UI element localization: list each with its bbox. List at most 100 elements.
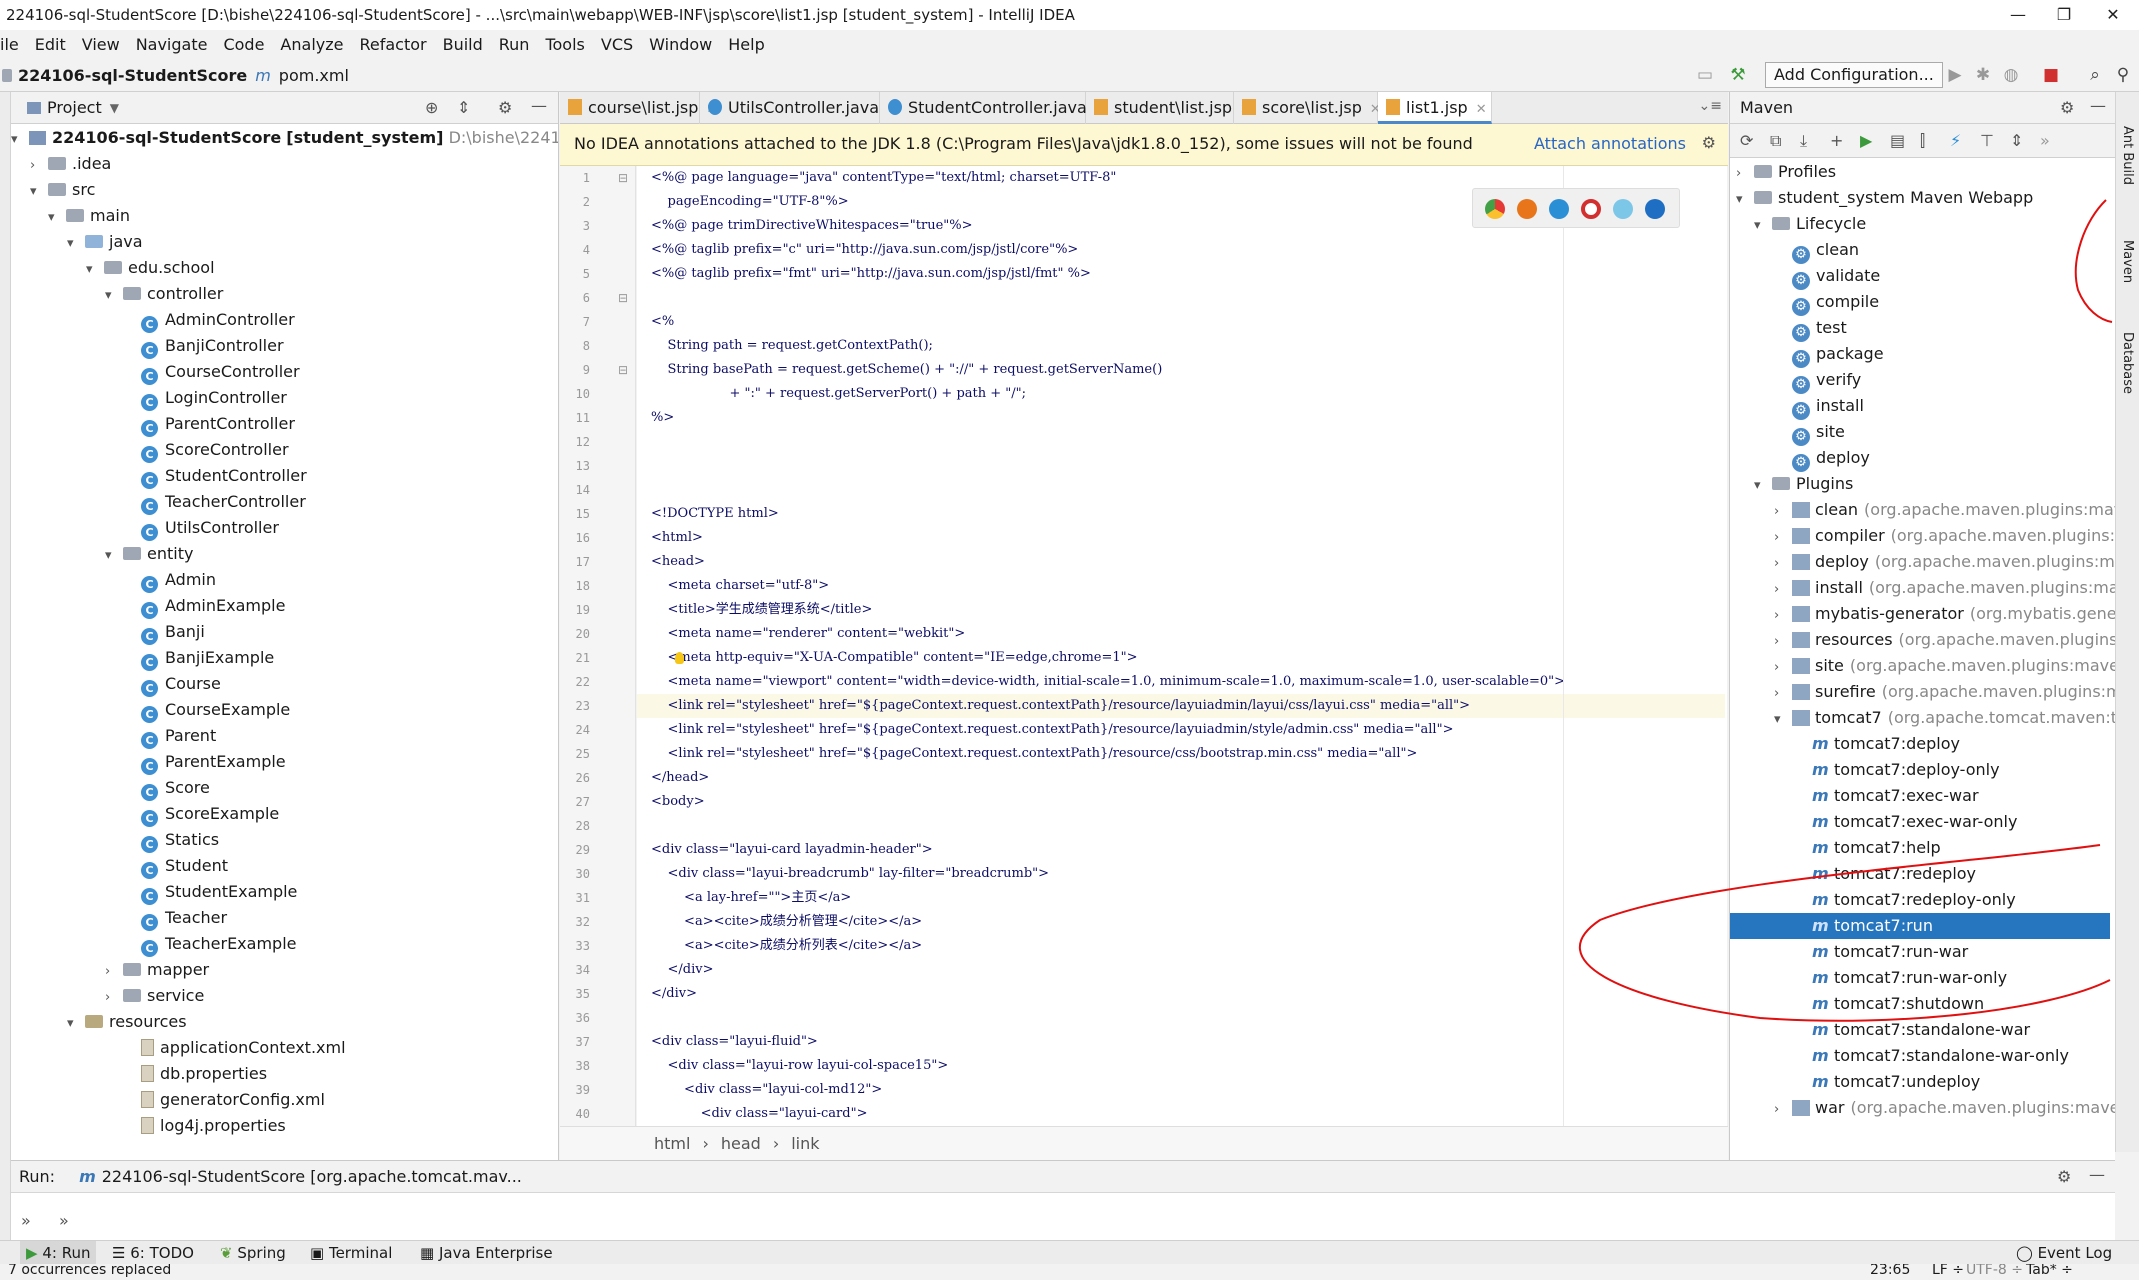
- chevron-down-icon[interactable]: ▾: [1774, 707, 1792, 733]
- indent-setting[interactable]: Tab* ÷: [2026, 1264, 2073, 1278]
- maven-tree-item[interactable]: m tomcat7:redeploy-only: [1730, 887, 2110, 913]
- find-icon[interactable]: ⚲: [2112, 64, 2134, 86]
- code-line[interactable]: <meta name="viewport" content="width=dev…: [637, 670, 1725, 694]
- close-icon[interactable]: ✕: [1476, 102, 1487, 117]
- code-line[interactable]: <div class="layui-col-md12">: [637, 1078, 1725, 1102]
- maven-tree-item[interactable]: ⚙ clean: [1730, 237, 2110, 264]
- code-line[interactable]: <head>: [637, 550, 1725, 574]
- expand-icon[interactable]: »: [21, 1211, 31, 1230]
- code-line[interactable]: <div class="layui-breadcrumb" lay-filter…: [637, 862, 1725, 886]
- gear-icon[interactable]: ⚙: [2057, 1167, 2071, 1186]
- tree-item[interactable]: applicationContext.xml: [141, 1035, 346, 1061]
- chevron-right-icon[interactable]: ›: [1774, 1097, 1792, 1123]
- ant-build-tab[interactable]: Ant Build: [2120, 126, 2135, 185]
- stop-icon[interactable]: ■: [2040, 64, 2062, 86]
- tree-root[interactable]: ▾ 224106-sql-StudentScore [student_system…: [11, 125, 558, 153]
- tree-item[interactable]: C AdminExample: [141, 593, 285, 619]
- code-line[interactable]: <meta charset="utf-8">: [637, 574, 1725, 598]
- maven-tree-item[interactable]: ⚙ compile: [1730, 289, 2110, 316]
- code-line[interactable]: <div class="layui-card layadmin-header">: [637, 838, 1725, 862]
- menu-view[interactable]: View: [82, 35, 120, 54]
- tree-item[interactable]: ▾ java: [67, 229, 143, 255]
- line-separator[interactable]: LF ÷: [1932, 1264, 1964, 1278]
- chevron-right-icon[interactable]: ›: [105, 985, 123, 1011]
- tree-item[interactable]: C BanjiController: [141, 333, 284, 359]
- coverage-icon[interactable]: ◍: [2000, 64, 2022, 86]
- execute-goal-icon[interactable]: ▤: [1890, 131, 1920, 150]
- chevron-down-icon[interactable]: ▾: [11, 127, 29, 153]
- tree-item[interactable]: ▾ entity: [105, 541, 193, 567]
- code-line[interactable]: <link rel="stylesheet" href="${pageConte…: [637, 694, 1725, 718]
- menu-edit[interactable]: Edit: [35, 35, 66, 54]
- reload-icon[interactable]: ⟳: [1740, 131, 1770, 150]
- breadcrumb-head[interactable]: head: [721, 1134, 761, 1153]
- code-line[interactable]: <body>: [637, 790, 1725, 814]
- database-tab[interactable]: Database: [2120, 332, 2135, 394]
- chevron-down-icon[interactable]: ▼: [110, 101, 119, 115]
- hide-icon[interactable]: —: [2089, 1165, 2105, 1184]
- chevron-down-icon[interactable]: ▾: [30, 179, 48, 205]
- code-line[interactable]: <!DOCTYPE html>: [637, 502, 1725, 526]
- safari-icon[interactable]: [1549, 199, 1569, 219]
- maven-tree-item[interactable]: ▾ student_system Maven Webapp: [1730, 185, 2110, 211]
- add-configuration-button[interactable]: Add Configuration...: [1765, 62, 1943, 88]
- debug-icon[interactable]: ✱: [1972, 64, 1994, 86]
- hide-icon[interactable]: —: [531, 96, 547, 115]
- maven-tree-item[interactable]: ⚙ test: [1730, 315, 2110, 342]
- maven-tree-item[interactable]: › mybatis-generator (org.mybatis.genera: [1730, 601, 2115, 629]
- tree-item[interactable]: C Banji: [141, 619, 205, 645]
- tab-course-list[interactable]: course\list.jsp✕: [560, 92, 717, 124]
- fold-marker-icon[interactable]: ⊟: [618, 171, 628, 185]
- chevron-right-icon[interactable]: ›: [1774, 603, 1792, 629]
- maven-tree-item[interactable]: ▾ Plugins: [1730, 471, 2110, 497]
- collapse-icon[interactable]: ⇕: [457, 98, 470, 117]
- maven-tree-item[interactable]: ⚙ validate: [1730, 263, 2110, 290]
- breadcrumb-link[interactable]: link: [791, 1134, 819, 1153]
- chevron-down-icon[interactable]: ▾: [105, 543, 123, 569]
- maven-tab[interactable]: Maven: [2120, 240, 2135, 283]
- code-line[interactable]: <link rel="stylesheet" href="${pageConte…: [637, 718, 1725, 742]
- code-line[interactable]: [637, 814, 1725, 838]
- tree-item[interactable]: C Admin: [141, 567, 216, 593]
- tree-item[interactable]: ▾ src: [30, 177, 95, 203]
- tree-item[interactable]: C Statics: [141, 827, 219, 853]
- tree-item[interactable]: › service: [105, 983, 204, 1009]
- maven-tree-item[interactable]: ⚙ verify: [1730, 367, 2110, 394]
- tree-item[interactable]: › .idea: [30, 151, 111, 177]
- menu-build[interactable]: Build: [443, 35, 483, 54]
- gear-icon[interactable]: ⚙: [498, 98, 512, 117]
- code-line[interactable]: <%@ taglib prefix="c" uri="http://java.s…: [637, 238, 1725, 262]
- chevron-right-icon[interactable]: ›: [1774, 629, 1792, 655]
- tree-item[interactable]: generatorConfig.xml: [141, 1087, 325, 1113]
- tree-item[interactable]: C CourseExample: [141, 697, 290, 723]
- skip-tests-icon[interactable]: ⚡: [1950, 131, 1980, 150]
- maven-tree-item[interactable]: › war (org.apache.maven.plugins:maven-w: [1730, 1095, 2115, 1123]
- maven-tree-item[interactable]: ⚙ site: [1730, 419, 2110, 446]
- chevron-right-icon[interactable]: ›: [105, 959, 123, 985]
- code-line[interactable]: <meta name="renderer" content="webkit">: [637, 622, 1725, 646]
- code-line[interactable]: <a lay-href="">主页</a>: [637, 886, 1725, 910]
- code-line[interactable]: [637, 454, 1725, 478]
- tree-item[interactable]: C Teacher: [141, 905, 227, 931]
- run-config-tab[interactable]: 224106-sql-StudentScore [org.apache.tomc…: [102, 1167, 522, 1186]
- code-line[interactable]: <a><cite>成绩分析管理</cite></a>: [637, 910, 1725, 934]
- tree-item[interactable]: C ScoreController: [141, 437, 289, 463]
- locate-icon[interactable]: ⊕: [425, 98, 438, 117]
- run-icon[interactable]: ▶: [1860, 131, 1890, 150]
- chevron-right-icon[interactable]: ›: [30, 153, 48, 179]
- maven-tree-item[interactable]: m tomcat7:redeploy: [1730, 861, 2110, 887]
- menu-file[interactable]: ile: [0, 35, 19, 54]
- maven-tree-item[interactable]: ⚙ deploy: [1730, 445, 2110, 472]
- code-line[interactable]: [637, 478, 1725, 502]
- tree-item[interactable]: C AdminController: [141, 307, 295, 333]
- maven-tree-item[interactable]: ▾ tomcat7 (org.apache.tomcat.maven:tom: [1730, 705, 2115, 733]
- maven-tree-item[interactable]: › install (org.apache.maven.plugins:maven: [1730, 575, 2115, 601]
- tree-item[interactable]: C ScoreExample: [141, 801, 279, 827]
- maven-tree-item[interactable]: m tomcat7:exec-war-only: [1730, 809, 2110, 835]
- menu-tools[interactable]: Tools: [545, 35, 584, 54]
- tree-item[interactable]: C StudentExample: [141, 879, 297, 905]
- firefox-icon[interactable]: [1517, 199, 1537, 219]
- search-icon[interactable]: ⌕: [2084, 64, 2106, 86]
- maven-tree-item[interactable]: m tomcat7:run: [1730, 913, 2110, 939]
- maven-tree-item[interactable]: m tomcat7:shutdown: [1730, 991, 2110, 1017]
